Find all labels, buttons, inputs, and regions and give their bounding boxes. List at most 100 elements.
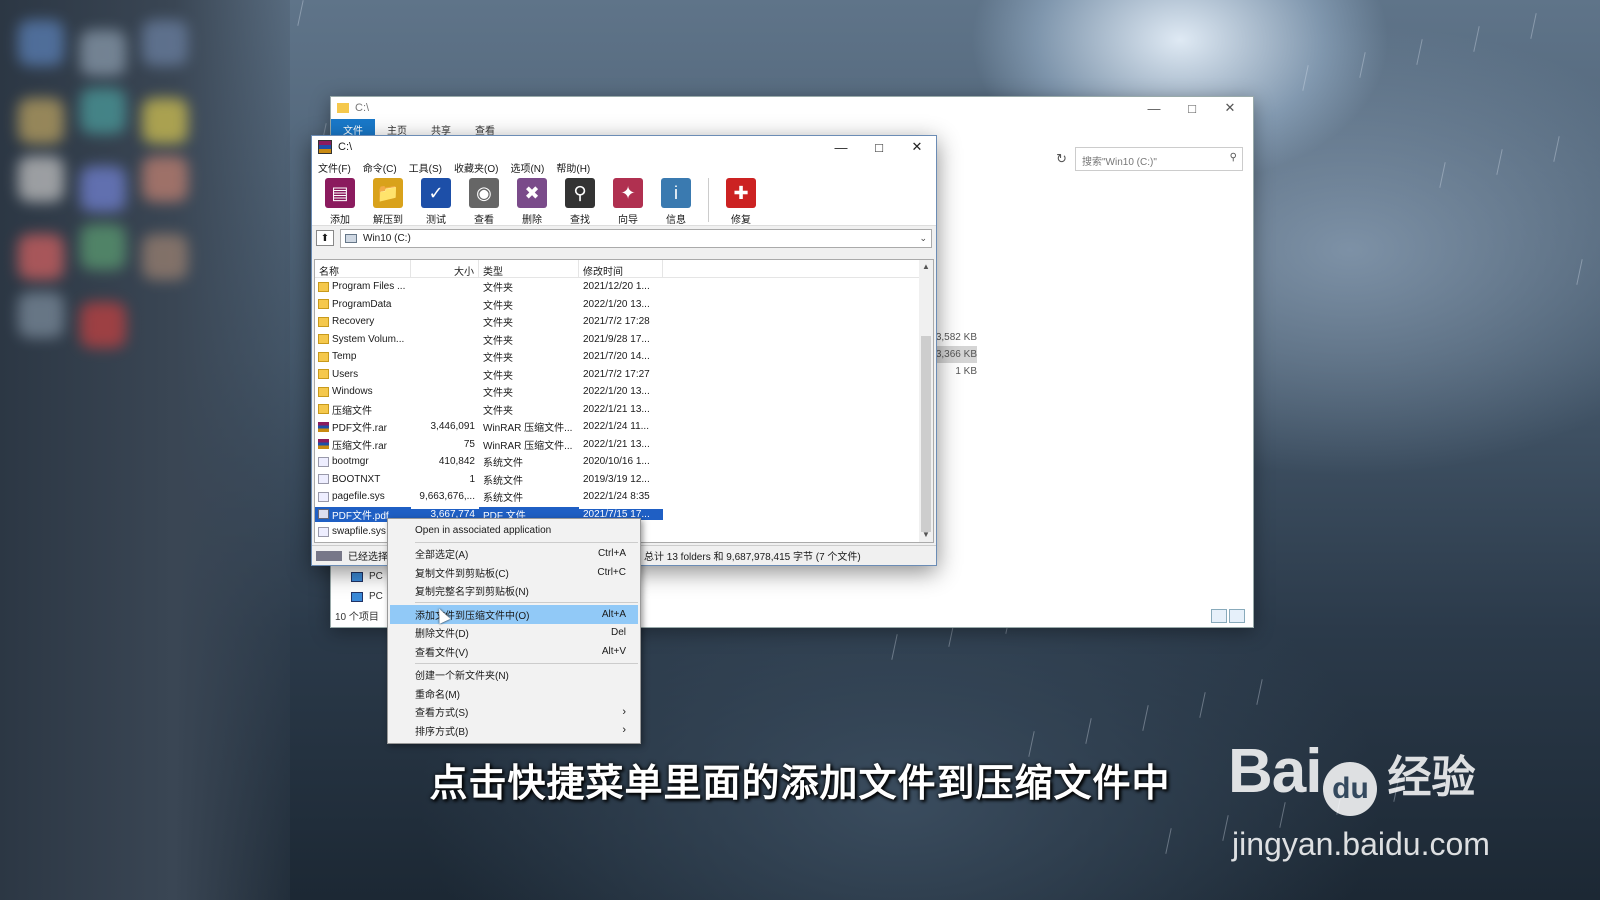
toolbar-label: 测试 — [426, 215, 446, 226]
explorer-nav-pane: PC PC — [351, 567, 383, 607]
file-row[interactable]: bootmgr 410,842 系统文件 2020/10/16 1... — [315, 453, 933, 471]
context-menu-item[interactable]: Open in associated application — [388, 521, 640, 540]
refresh-icon[interactable]: ↻ — [1056, 147, 1067, 171]
menu-item[interactable]: 命令(C) — [363, 160, 397, 175]
file-row[interactable]: Recovery 文件夹 2021/7/2 17:28 — [315, 313, 933, 331]
toolbar-button-find-binoculars[interactable]: ⚲ 查找 — [558, 178, 602, 226]
toolbar-button-add-archive[interactable]: ▤ 添加 — [318, 178, 362, 226]
file-type-cell: 文件夹 — [483, 335, 513, 347]
file-name-cell: System Volum... — [315, 334, 411, 345]
menu-item[interactable]: 文件(F) — [318, 160, 351, 175]
file-row[interactable]: 压缩文件.rar 75 WinRAR 压缩文件... 2022/1/21 13... — [315, 436, 933, 454]
winrar-window-controls: — □ ✕ — [822, 136, 936, 158]
rain-streak — [297, 0, 304, 26]
minimize-icon[interactable]: — — [1135, 97, 1173, 119]
context-menu-item[interactable]: 复制完整名字到剪贴板(N) — [388, 582, 640, 601]
file-size-cell: 1 — [469, 473, 475, 485]
toolbar-button-repair-kit[interactable]: ✚ 修复 — [719, 178, 763, 226]
file-row[interactable]: Windows 文件夹 2022/1/20 13... — [315, 383, 933, 401]
file-name: Windows — [332, 386, 373, 398]
scrollbar-thumb[interactable] — [921, 336, 931, 532]
column-size[interactable]: 大小 — [411, 260, 479, 278]
file-row[interactable]: 压缩文件 文件夹 2022/1/21 13... — [315, 401, 933, 419]
status-total: 总计 13 folders 和 9,687,978,415 字节 (7 个文件) — [644, 552, 861, 563]
sys-file-icon — [318, 456, 329, 467]
close-icon[interactable]: ✕ — [898, 136, 936, 158]
context-menu-item[interactable]: 排序方式(B) › — [388, 721, 640, 740]
rar-file-icon — [318, 439, 329, 450]
close-icon[interactable]: ✕ — [1211, 97, 1249, 119]
path-value: Win10 (C:) — [363, 232, 411, 244]
file-row[interactable]: BOOTNXT 1 系统文件 2019/3/19 12... — [315, 471, 933, 489]
large-icons-view-icon[interactable] — [1229, 609, 1245, 623]
toolbar-button-info[interactable]: i 信息 — [654, 178, 698, 226]
blurred-icon — [18, 156, 64, 202]
details-view-icon[interactable] — [1211, 609, 1227, 623]
menu-item[interactable]: 收藏夹(O) — [454, 160, 498, 175]
toolbar-button-view-glasses[interactable]: ◉ 查看 — [462, 178, 506, 226]
file-row[interactable]: Users 文件夹 2021/7/2 17:27 — [315, 366, 933, 384]
search-input[interactable]: 搜索"Win10 (C:)" ⚲ — [1075, 147, 1243, 171]
rain-streak — [1359, 52, 1366, 78]
toolbar-button-delete[interactable]: ✖ 删除 — [510, 178, 554, 226]
maximize-icon[interactable]: □ — [860, 136, 898, 158]
pdf-file-icon — [318, 509, 329, 520]
nav-label: PC — [369, 571, 383, 582]
file-date-cell: 2021/9/28 17... — [583, 333, 650, 345]
file-row[interactable]: PDF文件.rar 3,446,091 WinRAR 压缩文件... 2022/1/2… — [315, 418, 933, 436]
toolbar-button-wizard[interactable]: ✦ 向导 — [606, 178, 650, 226]
file-name-cell: Windows — [315, 386, 411, 397]
maximize-icon[interactable]: □ — [1173, 97, 1211, 119]
toolbar-button-extract-folder[interactable]: 📁 解压到 — [366, 178, 410, 226]
toolbar-button-test[interactable]: ✓ 测试 — [414, 178, 458, 226]
file-date-cell: 2022/1/21 13... — [583, 438, 650, 450]
context-menu-item[interactable]: 查看方式(S) › — [388, 703, 640, 722]
file-type-cell: 系统文件 — [483, 475, 523, 487]
menu-item-shortcut: Ctrl+A — [597, 548, 626, 560]
file-date-cell: 2021/12/20 1... — [583, 281, 650, 293]
menu-item[interactable]: 选项(N) — [510, 160, 544, 175]
file-row[interactable]: ProgramData 文件夹 2022/1/20 13... — [315, 296, 933, 314]
file-name-cell: PDF文件.rar — [315, 419, 411, 434]
menu-item-label: 复制文件到剪贴板(C) — [415, 568, 509, 580]
file-row[interactable]: System Volum... 文件夹 2021/9/28 17... — [315, 331, 933, 349]
file-date-cell: 2021/7/20 14... — [583, 351, 650, 363]
menu-item[interactable]: 工具(S) — [409, 160, 442, 175]
column-name[interactable]: 名称 — [315, 260, 411, 278]
scroll-down-icon[interactable]: ▼ — [919, 528, 933, 542]
column-date[interactable]: 修改时间 — [579, 260, 663, 278]
context-menu-item[interactable]: 全部选定(A) Ctrl+A — [388, 545, 640, 564]
menu-item-shortcut: Alt+A — [601, 608, 626, 620]
file-row[interactable]: Temp 文件夹 2021/7/20 14... — [315, 348, 933, 366]
up-folder-icon[interactable]: ⬆ — [316, 230, 334, 246]
minimize-icon[interactable]: — — [822, 136, 860, 158]
add-archive-icon: ▤ — [325, 178, 355, 208]
context-menu-item[interactable]: 查看文件(V) Alt+V — [388, 642, 640, 661]
context-menu-item[interactable]: 删除文件(D) Del — [388, 624, 640, 643]
file-name-cell: Users — [315, 369, 411, 380]
logo-text: Bai — [1228, 737, 1322, 806]
file-name: PDF文件.rar — [332, 423, 387, 435]
repair-kit-icon: ✚ — [726, 178, 756, 208]
context-menu-item[interactable]: 复制文件到剪贴板(C) Ctrl+C — [388, 563, 640, 582]
menu-item-label: 全部选定(A) — [415, 550, 469, 562]
context-menu-item[interactable]: 重命名(M) — [388, 684, 640, 703]
menu-item[interactable]: 帮助(H) — [556, 160, 590, 175]
nav-item-pc[interactable]: PC — [351, 587, 383, 607]
file-row[interactable]: Program Files ... 文件夹 2021/12/20 1... — [315, 278, 933, 296]
context-menu-item[interactable]: 创建一个新文件夹(N) — [388, 666, 640, 685]
file-row[interactable]: pagefile.sys 9,663,676,... 系统文件 2022/1/24 8… — [315, 488, 933, 506]
file-date-cell: 2022/1/24 8:35 — [583, 491, 650, 503]
folder-file-icon — [318, 299, 329, 310]
explorer-window-controls: — □ ✕ — [1135, 97, 1249, 119]
vertical-scrollbar[interactable]: ▲ ▼ — [919, 260, 933, 542]
column-type[interactable]: 类型 — [479, 260, 579, 278]
scroll-up-icon[interactable]: ▲ — [919, 260, 933, 274]
context-menu-item[interactable]: 添加文件到压缩文件中(O) Alt+A — [390, 605, 638, 624]
winrar-window[interactable]: C:\ — □ ✕ 文件(F) 命令(C) 工具(S) 收藏夹(O) 选项(N) 帮助(H… — [311, 135, 937, 566]
rain-streak — [1439, 162, 1446, 188]
path-dropdown[interactable]: Win10 (C:) ⌄ — [340, 228, 932, 248]
nav-item-pc[interactable]: PC — [351, 567, 383, 587]
file-name: Users — [332, 368, 359, 380]
file-list[interactable]: 名称 大小 类型 修改时间 Program Files ... 文件夹 2021/1… — [314, 259, 934, 543]
